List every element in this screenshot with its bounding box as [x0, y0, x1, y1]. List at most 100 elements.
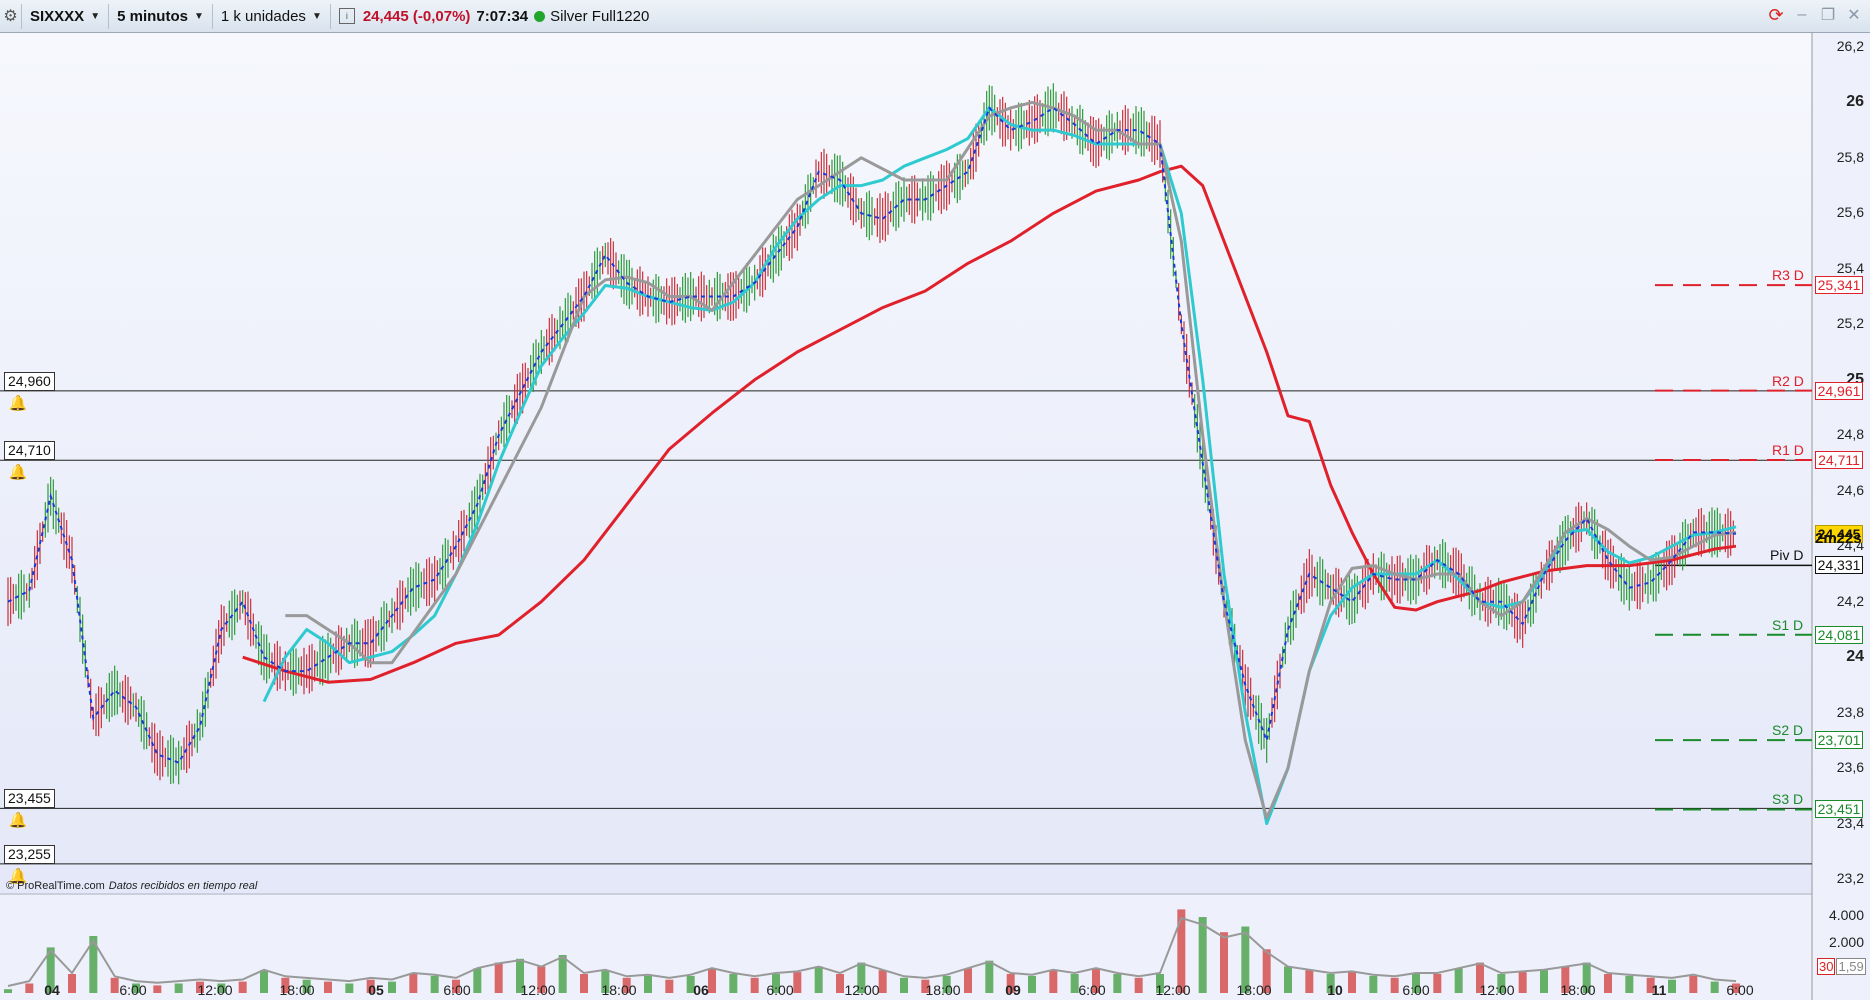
volume-bar [260, 970, 268, 993]
y-tick-label: 23,6 [1836, 759, 1864, 776]
y-tick-label: 23,8 [1836, 703, 1864, 720]
x-tick-label: 11 [1651, 982, 1667, 998]
volume-bar [1305, 970, 1314, 993]
pivot-value-label: 23,701 [1815, 731, 1863, 750]
volume-bar [558, 955, 567, 993]
pivot-value-label: 25,341 [1815, 276, 1863, 295]
price-axis[interactable]: 26,2 26 25,8 25,6 25,4 25,2 25 24,8 24,6 24,4 24,2… [1812, 33, 1870, 1000]
volume-bar [1198, 917, 1207, 993]
alert-level-label[interactable]: 23,455 [4, 789, 55, 809]
volume-value: 30 [1817, 958, 1836, 975]
y-tick-label: 25,4 [1836, 259, 1864, 276]
volume-bar [1668, 979, 1676, 993]
volume-bar [793, 972, 802, 993]
timeframe-selector[interactable]: 5 minutos ▼ [109, 3, 213, 29]
minimize-icon[interactable]: – [1792, 5, 1812, 25]
volume-bar [388, 981, 396, 993]
volume-bar [1625, 975, 1634, 993]
alert-level-label[interactable]: 23,255 [4, 844, 55, 864]
volume-bar [729, 974, 738, 993]
volume-bar [345, 983, 354, 993]
pivot-name: R3 D [1772, 267, 1804, 284]
pivot-name: S3 D [1772, 791, 1804, 808]
volume-bar [4, 989, 12, 993]
alert-level-label[interactable]: 24,960 [4, 371, 55, 391]
volume-bar [473, 968, 482, 993]
volume-bar [1220, 932, 1228, 993]
instrument-selector[interactable]: SIXXXX ▼ [22, 3, 110, 29]
volume-bar [238, 981, 247, 993]
x-tick-label: 6:00 [766, 982, 794, 998]
x-tick-label: 12:00 [1155, 982, 1191, 998]
x-tick-label: 18:00 [279, 982, 315, 998]
volume-tick-label: 2.000 [1828, 934, 1864, 950]
volume-bar [1390, 977, 1399, 993]
info-icon[interactable]: i [338, 8, 355, 24]
pivot-value-label: 24,711 [1815, 450, 1863, 469]
volume-bar [665, 979, 674, 993]
x-tick-label: 6:00 [1078, 982, 1106, 998]
x-tick-label: 12:00 [844, 982, 880, 998]
pivot-name: S1 D [1772, 616, 1804, 633]
volume-bar [1134, 977, 1143, 993]
pivot-name: R1 D [1772, 441, 1804, 458]
close-icon[interactable]: ✕ [1844, 5, 1864, 25]
volume-average-value: 1,59 [1836, 958, 1866, 975]
pivot-name: R2 D [1772, 372, 1804, 389]
x-tick-label: 05 [368, 982, 384, 998]
bell-icon[interactable]: 🔔 [8, 811, 28, 831]
volume-bar [1540, 970, 1548, 993]
realtime-note: Datos recibidos en tiempo real [108, 880, 258, 892]
y-tick-label: 26,2 [1836, 37, 1864, 54]
copyright-note: © ProRealTime.com Datos recibidos en tiem… [6, 880, 257, 892]
volume-bar [964, 968, 972, 993]
pivot-value-label: 23,451 [1815, 800, 1863, 819]
volume-bar [1689, 975, 1698, 993]
volume-bar [1049, 970, 1058, 993]
quote-info: i 24,445 (-0,07%) 7:07:34 Silver Full122… [331, 4, 658, 29]
y-tick-label: 25,2 [1836, 315, 1864, 332]
pivot-name: Piv D [1770, 547, 1804, 564]
volume-bar [985, 960, 994, 993]
x-tick-label: 04 [44, 982, 60, 998]
volume-bar [324, 981, 332, 993]
x-tick-label: 10 [1327, 982, 1343, 998]
volume-bar [1369, 975, 1378, 993]
pivot-name: S2 D [1772, 722, 1804, 739]
y-tick-label: 24 [1846, 648, 1864, 666]
x-tick-label: 09 [1005, 982, 1021, 998]
volume-value-box: 30 1,59 [1817, 958, 1866, 975]
bar-countdown: 2m22s [1815, 530, 1862, 547]
settings-icon[interactable]: ⚙ [0, 3, 22, 29]
refresh-icon[interactable]: ⟳ [1766, 5, 1786, 25]
y-tick-label: 25,8 [1836, 148, 1864, 165]
bell-icon[interactable]: 🔔 [8, 394, 28, 414]
chart-toolbar: ⚙ SIXXXX ▼ 5 minutos ▼ 1 k unidades ▼ i 24,… [0, 0, 1870, 33]
volume-bar [1710, 981, 1719, 993]
volume-bar [814, 966, 823, 993]
chevron-down-icon: ▼ [193, 10, 204, 22]
x-tick-label: 18:00 [925, 982, 961, 998]
price-chart[interactable] [0, 33, 1870, 1000]
timeframe-label: 5 minutos [117, 7, 188, 25]
volume-tick-label: 4.000 [1828, 907, 1864, 923]
x-tick-label: 18:00 [601, 982, 637, 998]
restore-icon[interactable]: ❐ [1818, 5, 1838, 25]
bell-icon[interactable]: 🔔 [8, 463, 28, 483]
volume-bar [1433, 974, 1442, 993]
volume-bar [878, 970, 887, 993]
volume-bar [1348, 972, 1356, 993]
volume-bar [836, 974, 844, 993]
volume-bar [1028, 975, 1036, 993]
feed-name: Silver Full1220 [550, 7, 650, 25]
volume-bar [68, 974, 76, 993]
volume-bar [110, 977, 119, 993]
chevron-down-icon: ▼ [311, 10, 322, 22]
alert-level-label[interactable]: 24,710 [4, 441, 55, 461]
volume-bar [1518, 972, 1527, 993]
units-selector[interactable]: 1 k unidades ▼ [213, 3, 331, 29]
x-tick-label: 6:00 [119, 982, 147, 998]
volume-bar [1604, 974, 1612, 993]
volume-bar [409, 974, 418, 993]
x-tick-label: 12:00 [197, 982, 233, 998]
